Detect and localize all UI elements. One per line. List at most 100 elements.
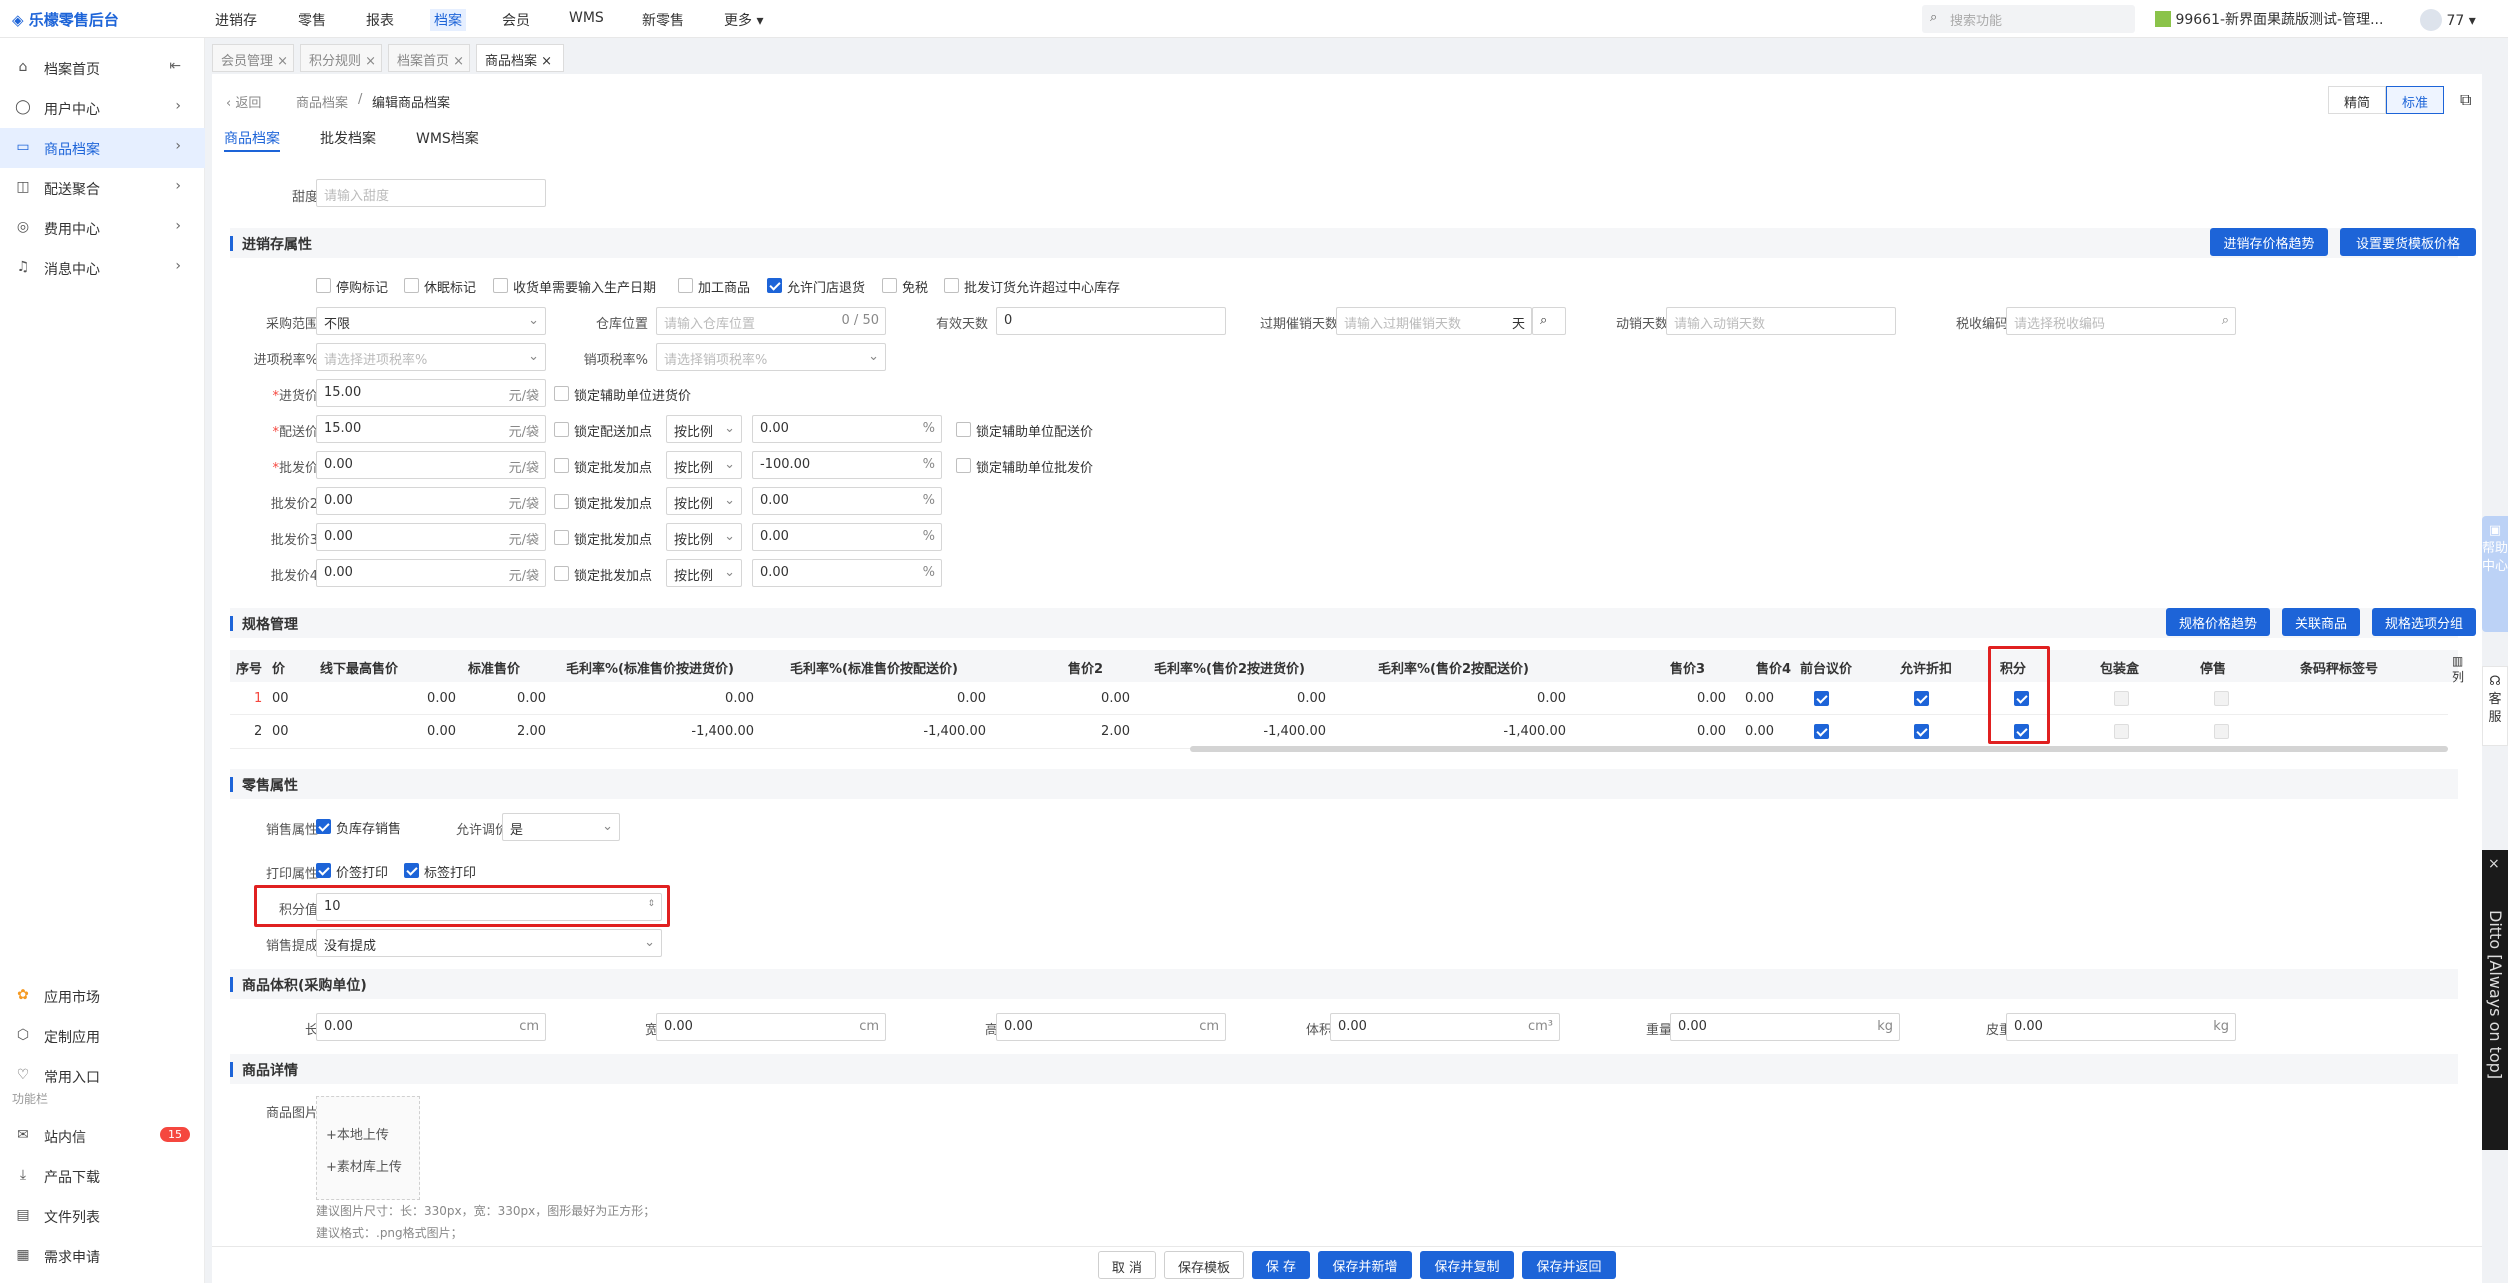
checkbox-dormant[interactable] — [404, 278, 419, 293]
wholesale-price2-input[interactable]: 0.00 元/袋 — [316, 487, 546, 515]
tab-points[interactable]: 积分规则 × — [300, 44, 382, 72]
wholesale-price4-input[interactable]: 0.00 元/袋 — [316, 559, 546, 587]
checkbox-exceed-stock[interactable] — [944, 278, 959, 293]
checkbox-discount[interactable] — [1914, 691, 1929, 706]
checkbox-lock-aux-whole[interactable] — [956, 458, 971, 473]
sidebar-item-cost[interactable]: ◎ 费用中心 › — [0, 208, 205, 248]
customer-service-button[interactable]: ☊ 客服 — [2482, 666, 2508, 746]
collapse-icon[interactable]: ⇤ — [169, 58, 181, 74]
tax-code-select[interactable]: 请选择税收编码 ⌕ — [2006, 307, 2236, 335]
commission-select[interactable]: 没有提成 ⌄ — [316, 929, 662, 957]
nav-archive[interactable]: 档案 — [430, 9, 466, 31]
view-standard-button[interactable]: 标准 — [2386, 86, 2444, 114]
output-tax-select[interactable]: 请选择销项税率% ⌄ — [656, 343, 886, 371]
volume-input[interactable]: 0.00 cm³ — [1330, 1013, 1560, 1041]
set-template-price-button[interactable]: 设置要货模板价格 — [2340, 228, 2476, 256]
sidebar-item-files[interactable]: ▤ 文件列表 — [0, 1196, 205, 1236]
weight-input[interactable]: 0.00 kg — [1670, 1013, 1900, 1041]
checkbox-lock-whole3[interactable] — [554, 530, 569, 545]
spec-price-trend-button[interactable]: 规格价格趋势 — [2166, 608, 2270, 636]
checkbox-lock-whole4[interactable] — [554, 566, 569, 581]
subtab-wholesale[interactable]: 批发档案 — [320, 128, 376, 148]
moving-days-input[interactable]: 请输入动销天数 — [1666, 307, 1896, 335]
wholesale-price3-input[interactable]: 0.00 元/袋 — [316, 523, 546, 551]
expire-days-input[interactable]: 请输入过期催销天数天 — [1336, 307, 1532, 335]
checkbox-stop-sale[interactable] — [2214, 691, 2229, 706]
sidebar-item-download[interactable]: ⤓ 产品下载 — [0, 1156, 205, 1196]
sidebar-item-request[interactable]: ▦ 需求申请 — [0, 1236, 205, 1276]
whole2-mode-select[interactable]: 按比例 ⌄ — [666, 487, 742, 515]
checkbox-package[interactable] — [2114, 724, 2129, 739]
save-return-button[interactable]: 保存并返回 — [1522, 1251, 1616, 1279]
sidebar-item-user-center[interactable]: ◯ 用户中心 › — [0, 88, 205, 128]
layout-icon[interactable]: ⧉ — [2460, 90, 2471, 110]
back-link[interactable]: ‹ 返回 — [226, 92, 261, 111]
checkbox-tax-free[interactable] — [882, 278, 897, 293]
nav-more[interactable]: 更多 ▾ — [724, 10, 763, 30]
user-avatar[interactable]: 77 ▾ — [2420, 9, 2476, 31]
horizontal-scrollbar[interactable] — [1190, 746, 2448, 752]
dist-percent-input[interactable]: 0.00% — [752, 415, 942, 443]
checkbox-allow-return[interactable] — [767, 278, 782, 293]
whole3-mode-select[interactable]: 按比例 ⌄ — [666, 523, 742, 551]
sweet-input[interactable]: 请输入甜度 — [316, 179, 546, 207]
save-template-button[interactable]: 保存模板 — [1164, 1251, 1244, 1279]
app-logo[interactable]: ◈ 乐檬零售后台 — [12, 9, 119, 30]
allow-price-adjust-select[interactable]: 是 ⌄ — [502, 813, 620, 841]
checkbox-stop-sale[interactable] — [2214, 724, 2229, 739]
nav-report[interactable]: 报表 — [366, 10, 394, 30]
checkbox-price-tag[interactable] — [316, 863, 331, 878]
checkbox-package[interactable] — [2114, 691, 2129, 706]
sidebar-item-custom-app[interactable]: ⬡ 定制应用 — [0, 1016, 205, 1056]
sidebar-item-archive-home[interactable]: ⌂ 档案首页 ⇤ — [0, 48, 205, 88]
checkbox-discount[interactable] — [1914, 724, 1929, 739]
help-center-button[interactable]: ▣ 帮助中心 — [2482, 516, 2508, 632]
cancel-button[interactable]: 取 消 — [1098, 1251, 1156, 1279]
checkbox-lock-whole[interactable] — [554, 458, 569, 473]
valid-days-input[interactable]: 0 — [996, 307, 1226, 335]
checkbox-negative-stock[interactable] — [316, 819, 331, 834]
checkbox-stop-purchase[interactable] — [316, 278, 331, 293]
wholesale-price-input[interactable]: 0.00 元/袋 — [316, 451, 546, 479]
sidebar-item-message[interactable]: ♫ 消息中心 › — [0, 248, 205, 288]
checkbox-production-date[interactable] — [493, 278, 508, 293]
crumb-parent[interactable]: 商品档案 — [296, 92, 348, 111]
price-trend-button[interactable]: 进销存价格趋势 — [2210, 228, 2328, 256]
subtab-wms[interactable]: WMS档案 — [416, 128, 479, 148]
sidebar-item-distribution[interactable]: ◫ 配送聚合 › — [0, 168, 205, 208]
checkbox-lock-whole2[interactable] — [554, 494, 569, 509]
whole2-percent-input[interactable]: 0.00% — [752, 487, 942, 515]
checkbox-lock-dist[interactable] — [554, 422, 569, 437]
save-copy-button[interactable]: 保存并复制 — [1420, 1251, 1514, 1279]
checkbox-bargain[interactable] — [1814, 724, 1829, 739]
sidebar-item-app-market[interactable]: ✿ 应用市场 — [0, 976, 205, 1016]
nav-wms[interactable]: WMS — [569, 10, 604, 26]
warehouse-location-input[interactable]: 请输入仓库位置 0 / 50 — [656, 307, 886, 335]
related-products-button[interactable]: 关联商品 — [2282, 608, 2360, 636]
whole-percent-input[interactable]: -100.00% — [752, 451, 942, 479]
expire-search-button[interactable]: ⌕ — [1532, 307, 1566, 335]
nav-new-retail[interactable]: 新零售 — [642, 10, 684, 30]
save-button[interactable]: 保 存 — [1252, 1251, 1310, 1279]
image-upload-area[interactable] — [316, 1096, 420, 1200]
purchase-price-input[interactable]: 15.00 元/袋 — [316, 379, 546, 407]
save-new-button[interactable]: 保存并新增 — [1318, 1251, 1412, 1279]
whole3-percent-input[interactable]: 0.00% — [752, 523, 942, 551]
ditto-window[interactable]: × Ditto [Always on top] — [2482, 850, 2508, 1150]
tab-member[interactable]: 会员管理 × — [212, 44, 294, 72]
nav-member[interactable]: 会员 — [502, 10, 530, 30]
distribution-price-input[interactable]: 15.00 元/袋 — [316, 415, 546, 443]
sidebar-item-product-archive[interactable]: ▭ 商品档案 › — [0, 128, 205, 168]
view-simple-button[interactable]: 精简 — [2328, 86, 2386, 114]
checkbox-label-print[interactable] — [404, 863, 419, 878]
input-tax-select[interactable]: 请选择进项税率% ⌄ — [316, 343, 546, 371]
tare-input[interactable]: 0.00 kg — [2006, 1013, 2236, 1041]
spec-group-button[interactable]: 规格选项分组 — [2372, 608, 2476, 636]
length-input[interactable]: 0.00 cm — [316, 1013, 546, 1041]
purchase-range-select[interactable]: 不限 ⌄ — [316, 307, 546, 335]
shop-selector[interactable]: 99661-新界面果蔬版测试-管理... — [2155, 9, 2383, 29]
sidebar-item-inbox[interactable]: ✉ 站内信 15 — [0, 1116, 205, 1156]
nav-inventory[interactable]: 进销存 — [215, 10, 257, 30]
tab-product-archive[interactable]: 商品档案 × — [476, 44, 564, 72]
local-upload-button[interactable]: +本地上传 — [326, 1124, 389, 1143]
